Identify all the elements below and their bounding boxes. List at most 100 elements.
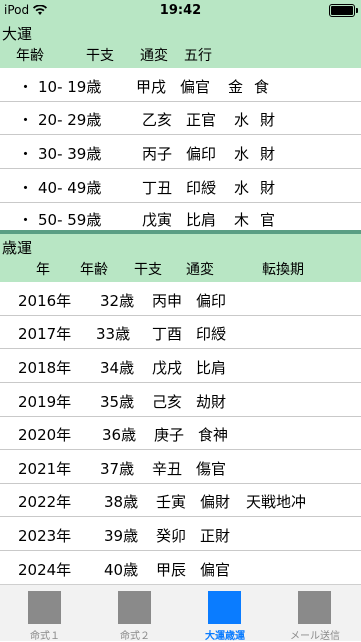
row-kanshi: 戊戌: [152, 359, 183, 377]
row-tsuhen: 劫財: [196, 393, 227, 411]
saiun-col-year: 年: [36, 262, 50, 278]
daiun-col-kanshi: 干支: [86, 48, 114, 64]
saiun-col-tsuhen: 通変: [186, 262, 214, 278]
saiun-row[interactable]: 2016年 32歳 丙申 偏印: [0, 282, 361, 316]
saiun-row[interactable]: 2017年 33歳 丁酉 印綬: [0, 315, 361, 349]
battery-icon: [329, 4, 358, 17]
daiun-row[interactable]: ・ 10- 19歳 甲戌 偏官 金 食: [0, 68, 361, 102]
row-year: 2019年: [18, 393, 72, 411]
row-year: 2016年: [18, 292, 72, 310]
daiun-col-gogyo: 五行: [184, 48, 212, 64]
daiun-row[interactable]: ・ 20- 29歳 乙亥 正官 水 財: [0, 101, 361, 135]
row-age: 36歳: [102, 426, 137, 444]
row-year: 2020年: [18, 426, 72, 444]
daiun-row[interactable]: ・ 30- 39歳 丙子 偏印 水 財: [0, 134, 361, 169]
tab-meishiki-1[interactable]: 命式１: [0, 585, 90, 642]
status-bar: iPod 19:42: [0, 0, 361, 20]
daiun-row[interactable]: ・ 40- 49歳 丁丑 印綬 水 財: [0, 168, 361, 203]
saiun-title: 歳運: [2, 239, 33, 257]
row-kanshi: 辛丑: [152, 460, 183, 478]
daiun-col-age: 年齢: [16, 48, 44, 64]
tab-meishiki-1-icon: [28, 591, 61, 624]
row-extra: 官: [260, 211, 276, 229]
row-age: 35歳: [100, 393, 135, 411]
row-age: 33歳: [96, 325, 131, 343]
row-kanshi: 丁酉: [152, 325, 183, 343]
saiun-col-tenkan: 転換期: [262, 262, 304, 278]
daiun-col-tsuhen: 通変: [140, 48, 168, 64]
row-gogyo: 木: [234, 211, 250, 229]
tab-meishiki-2[interactable]: 命式２: [90, 585, 180, 642]
row-tsuhen: 比肩: [186, 211, 217, 229]
row-kanshi: 壬寅: [156, 493, 187, 511]
row-age: 40歳: [104, 561, 139, 579]
tab-mail-icon: [298, 591, 331, 624]
row-bullet: ・: [18, 179, 34, 197]
row-kanshi: 乙亥: [142, 111, 173, 129]
saiun-header: 歳運 年 年齢 干支 通変 転換期: [0, 234, 361, 282]
row-age: 37歳: [100, 460, 135, 478]
row-age: 30- 39歳: [38, 145, 102, 163]
row-year: 2023年: [18, 527, 72, 545]
tab-bar: 命式１ 命式２ 大運歳運 メール送信: [0, 584, 361, 642]
row-tsuhen: 偏官: [180, 78, 211, 96]
row-age: 50- 59歳: [38, 211, 102, 229]
row-gogyo: 水: [234, 111, 250, 129]
row-kanshi: 甲辰: [156, 561, 187, 579]
row-age: 39歳: [104, 527, 139, 545]
saiun-row[interactable]: 2022年 38歳 壬寅 偏財 天戦地冲: [0, 483, 361, 517]
saiun-row[interactable]: 2024年 40歳 甲辰 偏官: [0, 550, 361, 584]
row-extra: 財: [260, 111, 276, 129]
row-tsuhen: 偏印: [196, 292, 227, 310]
row-year: 2021年: [18, 460, 72, 478]
row-year: 2024年: [18, 561, 72, 579]
row-tsuhen: 正官: [186, 111, 217, 129]
row-gogyo: 水: [234, 145, 250, 163]
saiun-row[interactable]: 2021年 37歳 辛丑 傷官: [0, 449, 361, 484]
row-year: 2018年: [18, 359, 72, 377]
row-kanshi: 丙子: [142, 145, 173, 163]
row-year: 2022年: [18, 493, 72, 511]
tab-daiun-saiun-icon: [208, 591, 241, 624]
row-kanshi: 癸卯: [156, 527, 187, 545]
saiun-row[interactable]: 2020年 36歳 庚子 食神: [0, 416, 361, 450]
row-tsuhen: 印綬: [186, 179, 217, 197]
row-gogyo: 金: [228, 78, 244, 96]
row-bullet: ・: [18, 78, 34, 96]
row-tsuhen: 傷官: [196, 460, 227, 478]
row-extra: 食: [254, 78, 270, 96]
saiun-col-kanshi: 干支: [134, 262, 162, 278]
saiun-row[interactable]: 2019年 35歳 己亥 劫財: [0, 382, 361, 417]
row-tenkan: 天戦地冲: [246, 493, 307, 511]
row-extra: 財: [260, 145, 276, 163]
row-kanshi: 戊寅: [142, 211, 173, 229]
saiun-row[interactable]: 2023年 39歳 癸卯 正財: [0, 516, 361, 551]
row-tsuhen: 食神: [198, 426, 229, 444]
saiun-col-age: 年齢: [80, 262, 108, 278]
row-year: 2017年: [18, 325, 72, 343]
tab-daiun-saiun[interactable]: 大運歳運: [180, 585, 270, 642]
row-tsuhen: 正財: [200, 527, 231, 545]
row-bullet: ・: [18, 111, 34, 129]
daiun-title: 大運: [2, 25, 33, 43]
daiun-row[interactable]: ・ 50- 59歳 戊寅 比肩 木 官: [0, 202, 361, 230]
status-time: 19:42: [159, 3, 202, 18]
row-tsuhen: 偏官: [200, 561, 231, 579]
saiun-row[interactable]: 2018年 34歳 戊戌 比肩: [0, 348, 361, 383]
row-age: 38歳: [104, 493, 139, 511]
row-age: 32歳: [100, 292, 135, 310]
tab-mail[interactable]: メール送信: [270, 585, 360, 642]
row-bullet: ・: [18, 145, 34, 163]
row-age: 20- 29歳: [38, 111, 102, 129]
row-age: 34歳: [100, 359, 135, 377]
row-bullet: ・: [18, 211, 34, 229]
row-tsuhen: 比肩: [196, 359, 227, 377]
row-age: 10- 19歳: [38, 78, 102, 96]
row-age: 40- 49歳: [38, 179, 102, 197]
row-tsuhen: 偏印: [186, 145, 217, 163]
row-kanshi: 丁丑: [142, 179, 173, 197]
row-kanshi: 丙申: [152, 292, 183, 310]
row-kanshi: 甲戌: [136, 78, 167, 96]
row-tsuhen: 偏財: [200, 493, 231, 511]
daiun-header: 大運 年齢 干支 通変 五行: [0, 20, 361, 68]
